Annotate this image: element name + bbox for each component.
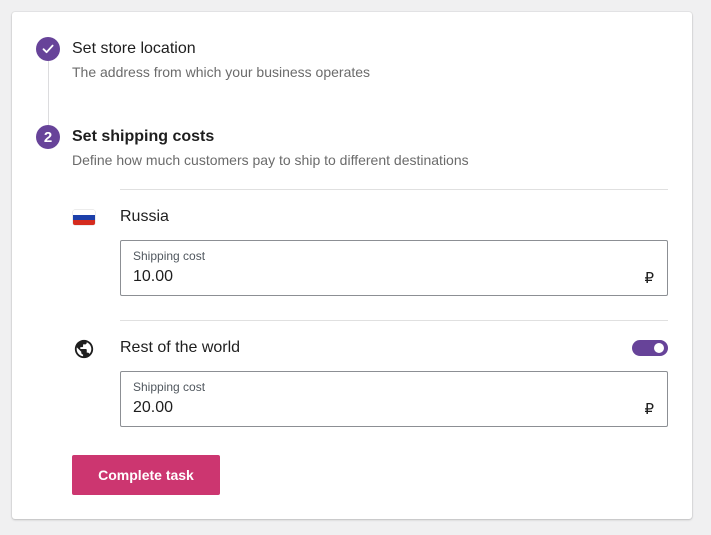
step-2-title: Set shipping costs <box>72 128 215 145</box>
divider <box>120 320 668 321</box>
step-complete-check-icon <box>36 37 60 61</box>
rest-of-world-shipping-cost-input[interactable]: Shipping cost 20.00 ₽ <box>120 371 668 427</box>
step-1-title: Set store location <box>72 40 196 57</box>
currency-symbol: ₽ <box>644 401 654 418</box>
shipping-cost-label: Shipping cost <box>133 249 206 263</box>
step-2-number-badge: 2 <box>36 125 60 149</box>
shipping-cost-label: Shipping cost <box>133 380 206 394</box>
currency-symbol: ₽ <box>644 270 654 287</box>
step-2-description: Define how much customers pay to ship to… <box>72 152 469 168</box>
russia-flag-icon <box>73 210 95 225</box>
toggle-knob <box>654 343 664 353</box>
step-connector-line <box>48 61 49 126</box>
divider <box>120 189 668 190</box>
zone-name-russia: Russia <box>120 208 169 225</box>
zone-name-rest-of-world: Rest of the world <box>120 339 241 356</box>
rest-of-world-toggle[interactable] <box>632 340 668 356</box>
russia-shipping-cost-input[interactable]: Shipping cost 10.00 ₽ <box>120 240 668 296</box>
globe-icon <box>74 339 94 359</box>
shipping-cost-value[interactable]: 10.00 <box>133 268 173 286</box>
step-1-description: The address from which your business ope… <box>72 64 371 80</box>
setup-task-card: Set store location The address from whic… <box>12 12 692 519</box>
shipping-cost-value[interactable]: 20.00 <box>133 399 173 417</box>
check-icon <box>42 44 54 54</box>
complete-task-button[interactable]: Complete task <box>72 455 220 495</box>
